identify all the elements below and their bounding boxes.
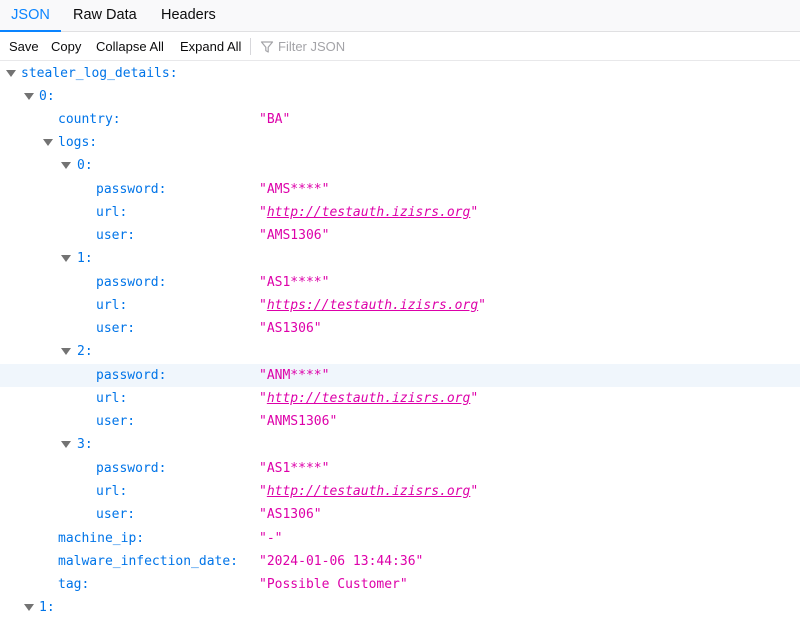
json-key: 1: (77, 251, 93, 266)
json-key: 0: (77, 158, 93, 173)
json-key: country: (58, 112, 121, 127)
json-key: logs: (58, 135, 98, 150)
chevron-down-icon[interactable] (24, 93, 34, 100)
json-value: "ANMS1306" (259, 414, 338, 429)
json-value: "http://testauth.izisrs.org" (259, 391, 479, 406)
tab-json[interactable]: JSON (0, 0, 61, 32)
json-key: stealer_log_details: (21, 66, 178, 81)
tab-headers[interactable]: Headers (161, 0, 216, 32)
json-key: password: (96, 368, 167, 383)
json-key: 1: (39, 600, 55, 615)
filter-icon (260, 41, 274, 53)
url-link[interactable]: http://testauth.izisrs.org (267, 205, 471, 220)
json-value: "http://testauth.izisrs.org" (259, 484, 479, 499)
chevron-down-icon[interactable] (61, 348, 71, 355)
json-key: password: (96, 182, 167, 197)
tree-row[interactable]: 1: (0, 596, 800, 618)
json-value: "ANM****" (259, 368, 330, 383)
url-link[interactable]: https://testauth.izisrs.org (267, 298, 478, 313)
tree-row[interactable]: malware_infection_date: "2024-01-06 13:4… (0, 550, 800, 573)
tree-row[interactable]: 0: (0, 154, 800, 177)
json-key: password: (96, 275, 167, 290)
json-tree: stealer_log_details: 0: country: "BA" lo… (0, 62, 800, 618)
chevron-down-icon[interactable] (43, 139, 53, 146)
json-value: "AS1****" (259, 275, 330, 290)
json-key: tag: (58, 577, 90, 592)
tree-row[interactable]: user: "AS1306" (0, 317, 800, 340)
json-key: url: (96, 484, 128, 499)
json-value: "AS1306" (259, 507, 322, 522)
json-value: "Possible Customer" (259, 577, 408, 592)
tree-row[interactable]: tag: "Possible Customer" (0, 573, 800, 596)
chevron-down-icon[interactable] (61, 162, 71, 169)
json-key: 3: (77, 437, 93, 452)
tree-row[interactable]: 1: (0, 247, 800, 270)
json-value: "-" (259, 531, 283, 546)
json-value: "https://testauth.izisrs.org" (259, 298, 486, 313)
json-key: 0: (39, 89, 55, 104)
tree-row[interactable]: url: "http://testauth.izisrs.org" (0, 480, 800, 503)
tree-row[interactable]: password: "AS1****" (0, 271, 800, 294)
save-button[interactable]: Save (9, 32, 39, 61)
expand-all-button[interactable]: Expand All (180, 32, 241, 61)
url-link[interactable]: http://testauth.izisrs.org (267, 484, 471, 499)
json-key: user: (96, 321, 136, 336)
url-link[interactable]: http://testauth.izisrs.org (267, 391, 471, 406)
tree-row[interactable]: stealer_log_details: (0, 62, 800, 85)
json-key: user: (96, 228, 136, 243)
chevron-down-icon[interactable] (61, 255, 71, 262)
tree-row[interactable]: machine_ip: "-" (0, 527, 800, 550)
json-value: "AS1306" (259, 321, 322, 336)
tree-row-hovered[interactable]: password: "ANM****" (0, 364, 800, 387)
json-key: url: (96, 298, 128, 313)
tree-row[interactable]: user: "AS1306" (0, 503, 800, 526)
chevron-down-icon[interactable] (6, 70, 16, 77)
json-value: "BA" (259, 112, 291, 127)
json-key: url: (96, 391, 128, 406)
json-key: 2: (77, 344, 93, 359)
tree-row[interactable]: logs: (0, 131, 800, 154)
tree-row[interactable]: 0: (0, 85, 800, 108)
tree-row[interactable]: url: "http://testauth.izisrs.org" (0, 387, 800, 410)
json-toolbar: Save Copy Collapse All Expand All (0, 32, 800, 61)
json-value: "AMS****" (259, 182, 330, 197)
json-key: url: (96, 205, 128, 220)
tab-bar: JSON Raw Data Headers (0, 0, 800, 32)
json-key: machine_ip: (58, 531, 145, 546)
collapse-all-button[interactable]: Collapse All (96, 32, 164, 61)
json-key: malware_infection_date: (58, 554, 239, 569)
json-value: "http://testauth.izisrs.org" (259, 205, 479, 220)
json-key: user: (96, 414, 136, 429)
json-value: "AMS1306" (259, 228, 330, 243)
tree-row[interactable]: user: "ANMS1306" (0, 410, 800, 433)
copy-button[interactable]: Copy (51, 32, 81, 61)
tree-row[interactable]: password: "AMS****" (0, 178, 800, 201)
chevron-down-icon[interactable] (24, 604, 34, 611)
json-value: "2024-01-06 13:44:36" (259, 554, 424, 569)
tree-row[interactable]: user: "AMS1306" (0, 224, 800, 247)
filter-box (260, 32, 560, 61)
tree-row[interactable]: url: "http://testauth.izisrs.org" (0, 201, 800, 224)
tab-raw-data[interactable]: Raw Data (73, 0, 137, 32)
tree-row[interactable]: password: "AS1****" (0, 457, 800, 480)
filter-json-input[interactable] (278, 36, 538, 57)
tree-row[interactable]: 3: (0, 433, 800, 456)
json-value: "AS1****" (259, 461, 330, 476)
toolbar-divider (250, 38, 251, 55)
tree-row[interactable]: country: "BA" (0, 108, 800, 131)
json-key: password: (96, 461, 167, 476)
tree-row[interactable]: url: "https://testauth.izisrs.org" (0, 294, 800, 317)
chevron-down-icon[interactable] (61, 441, 71, 448)
json-key: user: (96, 507, 136, 522)
tree-row[interactable]: 2: (0, 340, 800, 363)
